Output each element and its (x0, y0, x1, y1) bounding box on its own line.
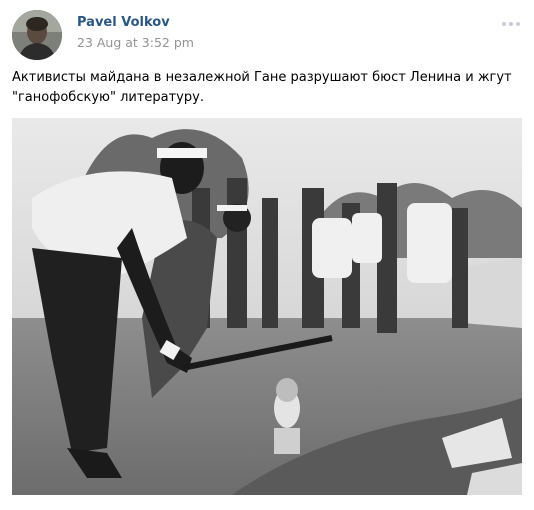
post-timestamp[interactable]: 23 Aug at 3:52 pm (77, 35, 194, 50)
author-name[interactable]: Pavel Volkov (77, 15, 170, 30)
ellipsis-icon[interactable] (502, 22, 520, 26)
avatar[interactable] (12, 10, 62, 60)
post-text-line: "ганофобскую" литературу. (12, 90, 204, 105)
post-text: Активисты майдана в незалежной Гане разр… (12, 68, 512, 108)
avatar-photo (12, 10, 62, 60)
photo-icon (12, 118, 522, 495)
post-photo[interactable] (12, 118, 522, 495)
wall-post: Pavel Volkov 23 Aug at 3:52 pm Активисты… (0, 0, 534, 510)
post-text-line: Активисты майдана в незалежной Гане разр… (12, 70, 512, 85)
